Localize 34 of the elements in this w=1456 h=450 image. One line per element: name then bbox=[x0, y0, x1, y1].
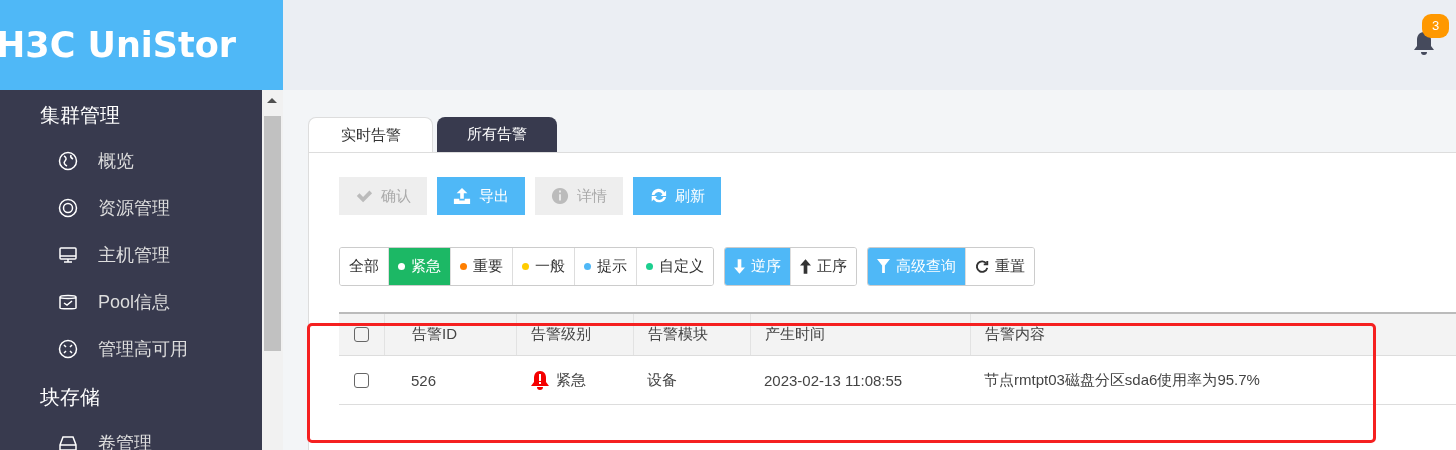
reload-icon bbox=[975, 259, 989, 274]
table-cell-text: 节点rmtpt03磁盘分区sda6使用率为95.7% bbox=[983, 369, 1261, 390]
refresh-icon bbox=[649, 187, 667, 205]
scrollbar[interactable] bbox=[262, 90, 283, 450]
tab[interactable]: 所有告警 bbox=[437, 117, 557, 152]
sidebar-item[interactable]: 管理高可用 bbox=[0, 325, 262, 372]
checkbox[interactable] bbox=[354, 372, 369, 388]
lifebuoy-icon bbox=[58, 197, 78, 218]
arrow-up-icon bbox=[800, 259, 811, 274]
filter-button[interactable]: 自定义 bbox=[636, 248, 713, 285]
info-icon bbox=[551, 187, 569, 205]
column-header[interactable]: 告警ID bbox=[384, 314, 516, 355]
sidebar-item[interactable]: Pool信息 bbox=[0, 278, 262, 325]
column-header[interactable]: 告警内容 bbox=[970, 314, 1456, 355]
notification-badge: 3 bbox=[1422, 14, 1450, 38]
table-cell-text: 526 bbox=[410, 370, 438, 391]
expand-icon bbox=[58, 338, 78, 359]
upload-icon bbox=[453, 187, 471, 205]
checkbox[interactable] bbox=[354, 327, 369, 342]
reset-button[interactable]: 重置 bbox=[965, 248, 1034, 285]
sort-button[interactable]: 正序 bbox=[790, 248, 856, 285]
filter-icon bbox=[877, 259, 890, 274]
column-header[interactable]: 告警模块 bbox=[633, 314, 750, 355]
sidebar-item[interactable]: 资源管理 bbox=[0, 184, 262, 231]
column-header[interactable]: 产生时间 bbox=[750, 314, 970, 355]
sidebar-item[interactable]: 主机管理 bbox=[0, 231, 262, 278]
alarm-bell-icon bbox=[530, 370, 550, 390]
arrow-down-icon bbox=[734, 259, 745, 274]
severity-label: 紧急 bbox=[556, 370, 586, 390]
column-header[interactable]: 告警级别 bbox=[516, 314, 633, 355]
table-cell-text: 2023-02-13 11:08:55 bbox=[763, 370, 904, 391]
monitor-icon bbox=[58, 244, 78, 265]
tab[interactable]: 实时告警 bbox=[308, 117, 433, 152]
table-cell-text: 设备 bbox=[646, 369, 678, 390]
